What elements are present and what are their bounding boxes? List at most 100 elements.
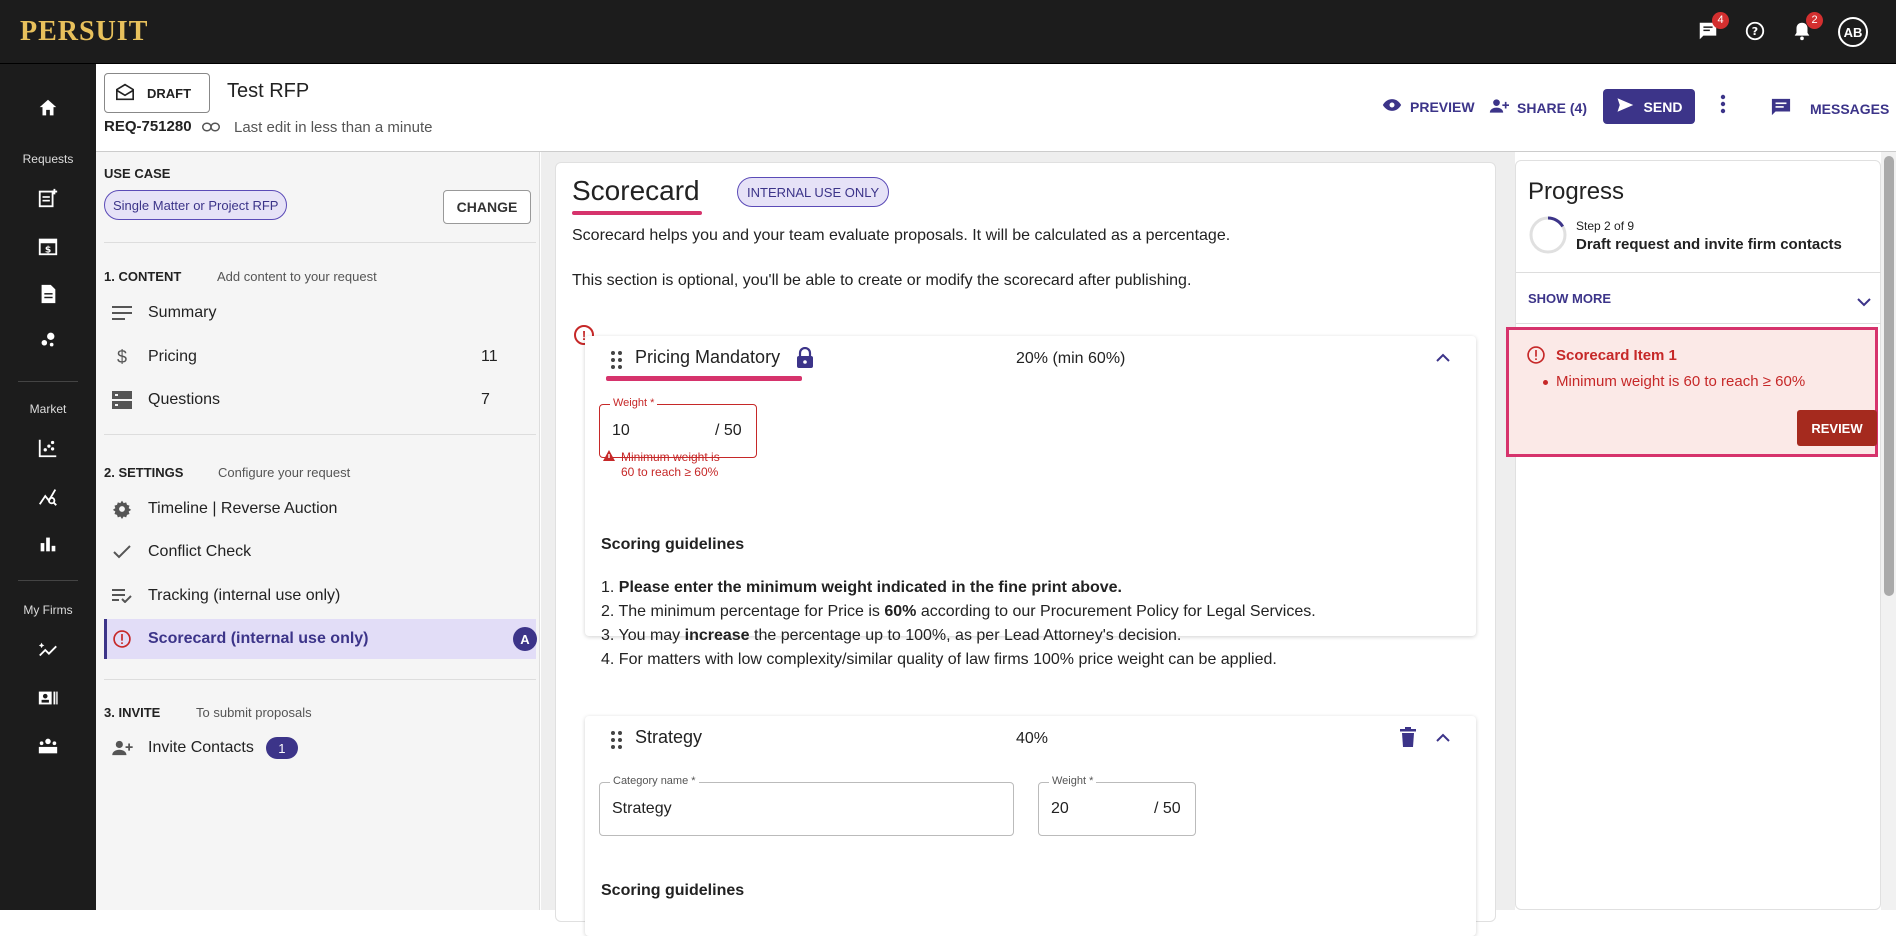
change-use-case-button[interactable]: CHANGE (443, 190, 531, 224)
envelope-icon (115, 83, 135, 104)
page-scrollbar[interactable] (1881, 152, 1896, 910)
scrollbar-thumb[interactable] (1884, 156, 1894, 596)
more-options-icon[interactable] (1720, 94, 1726, 114)
drag-handle-icon[interactable] (611, 731, 622, 749)
pricing-scorecard-item: Pricing Mandatory 20% (min 60%) Weight *… (585, 336, 1476, 668)
draft-label: DRAFT (147, 85, 192, 101)
sidebar-item-tracking[interactable]: Tracking (internal use only) (104, 577, 536, 615)
chat-icon[interactable]: 4 (1695, 12, 1729, 44)
dollar-icon: $ (116, 346, 127, 367)
top-bar: PERSUIT 4 ? 2 AB (0, 0, 1896, 64)
trash-icon[interactable] (1400, 727, 1416, 752)
document-icon[interactable] (30, 276, 66, 312)
help-icon[interactable]: ? (1742, 18, 1768, 44)
request-sidebar: USE CASE Single Matter or Project RFP CH… (96, 152, 540, 910)
persuit-logo[interactable]: PERSUIT (20, 16, 148, 48)
my-firms-label: My Firms (23, 603, 73, 617)
sidebar-item-invite-contacts[interactable]: Invite Contacts 1 (104, 729, 536, 767)
chevron-down-icon[interactable] (1857, 294, 1871, 312)
progress-card: Progress Step 2 of 9 Draft request and i… (1506, 160, 1882, 910)
sidebar-item-conflict-check[interactable]: Conflict Check (104, 533, 536, 571)
messages-button[interactable]: MESSAGES (1770, 97, 1889, 120)
weight-label: Weight * (1049, 775, 1097, 787)
guideline-item: 3. You may increase the percentage up to… (601, 627, 1182, 644)
guidelines-list: 1. Please enter the minimum weight indic… (601, 576, 1316, 672)
weight-field[interactable]: Weight * 20 / 50 (1038, 775, 1196, 836)
sidebar-item-label: Summary (148, 304, 217, 321)
weight-value: 10 (612, 422, 630, 439)
request-id: REQ-751280 (104, 118, 192, 135)
content-subheading: Add content to your request (217, 269, 377, 284)
category-value: Strategy (612, 800, 672, 817)
market-search-icon[interactable] (30, 478, 66, 514)
sidebar-item-timeline[interactable]: Timeline | Reverse Auction (104, 490, 536, 528)
last-edit-text: Last edit in less than a minute (234, 119, 433, 136)
sidebar-item-label: Conflict Check (148, 543, 252, 560)
warning-icon (603, 450, 615, 480)
request-title[interactable]: Test RFP (227, 80, 309, 103)
firms-group-icon[interactable] (30, 728, 66, 764)
error-icon (110, 629, 134, 649)
bubbles-icon[interactable] (30, 322, 66, 358)
divider (1516, 323, 1882, 324)
bar-chart-icon[interactable] (30, 526, 66, 562)
left-nav: Requests $ Market My Firms (0, 64, 96, 910)
show-more-button[interactable]: SHOW MORE (1528, 291, 1611, 306)
weight-max: / 50 (715, 422, 742, 439)
contact-card-icon[interactable] (30, 680, 66, 716)
sparkle-trend-icon[interactable] (30, 632, 66, 668)
progress-panel: Progress Step 2 of 9 Draft request and i… (1506, 152, 1882, 910)
internal-use-chip: INTERNAL USE ONLY (737, 177, 890, 207)
sidebar-item-scorecard[interactable]: Scorecard (internal use only) A (104, 619, 537, 659)
user-avatar[interactable]: AB (1838, 17, 1868, 47)
notifications-count-badge: 2 (1806, 12, 1823, 29)
sidebar-item-label: Timeline | Reverse Auction (148, 500, 338, 517)
optional-note: This section is optional, you'll be able… (572, 272, 1192, 289)
divider (1516, 272, 1882, 273)
drag-handle-icon[interactable] (611, 351, 622, 369)
chevron-up-icon[interactable] (1436, 730, 1450, 748)
home-icon[interactable] (30, 90, 66, 126)
sidebar-item-label: Scorecard (internal use only) (148, 630, 369, 647)
sidebar-item-questions[interactable]: Questions 7 (104, 381, 536, 419)
weight-error: Minimum weight is 60 to reach ≥ 60% (603, 450, 720, 480)
messages-count-badge: 4 (1712, 12, 1729, 29)
item-title: Strategy (635, 727, 703, 747)
item-title: Pricing Mandatory (635, 347, 781, 367)
guideline-item: 1. Please enter the minimum weight indic… (601, 579, 1122, 596)
guidelines-heading: Scoring guidelines (601, 536, 745, 553)
error-line: Minimum weight is (621, 450, 720, 464)
send-icon (1616, 97, 1634, 116)
chevron-up-icon[interactable] (1436, 350, 1450, 368)
link-icon[interactable] (202, 120, 220, 139)
draft-status[interactable]: DRAFT (104, 73, 210, 113)
review-button[interactable]: REVIEW (1797, 410, 1877, 446)
preview-button[interactable]: PREVIEW (1382, 98, 1475, 115)
nav-divider (18, 381, 78, 382)
eye-icon (1382, 98, 1402, 115)
calendar-dollar-icon[interactable]: $ (30, 228, 66, 264)
bell-icon[interactable]: 2 (1789, 12, 1823, 44)
category-name-field[interactable]: Category name * Strategy (599, 775, 1014, 836)
lock-icon (796, 346, 814, 374)
send-button[interactable]: SEND (1603, 89, 1695, 124)
new-request-icon[interactable] (30, 180, 66, 216)
item-percent: 20% (min 60%) (1016, 350, 1126, 367)
invite-heading: 3. INVITE (104, 705, 161, 720)
section-divider (104, 679, 536, 680)
sidebar-item-label: Pricing (148, 348, 197, 365)
scorecard-alert: Scorecard Item 1 Minimum weight is 60 to… (1506, 327, 1878, 457)
share-button[interactable]: SHARE (4) (1489, 98, 1587, 117)
alert-title: Scorecard Item 1 (1556, 347, 1677, 364)
add-person-icon (110, 740, 134, 756)
svg-text:?: ? (1752, 25, 1758, 38)
scatter-chart-icon[interactable] (30, 430, 66, 466)
guideline-item: 4. For matters with low complexity/simil… (601, 651, 1277, 668)
sidebar-item-summary[interactable]: Summary (104, 294, 536, 332)
invite-subheading: To submit proposals (196, 705, 312, 720)
page-title: Scorecard (572, 175, 700, 206)
main-content: Scorecard INTERNAL USE ONLY Scorecard he… (541, 152, 1515, 936)
sidebar-item-pricing[interactable]: $ Pricing 11 (104, 338, 536, 376)
weight-max: / 50 (1154, 800, 1181, 817)
nav-divider (18, 580, 78, 581)
